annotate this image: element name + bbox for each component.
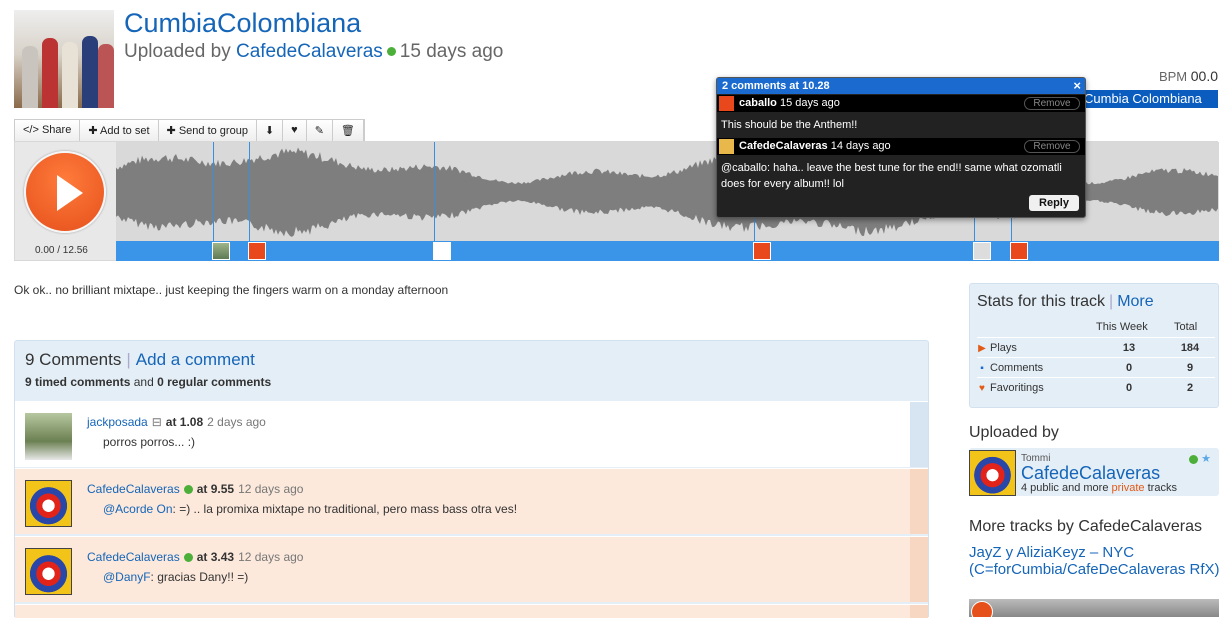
- play-button[interactable]: [24, 151, 106, 233]
- comment-text: @Acorde On: =) .. la promixa mixtape no …: [103, 502, 518, 516]
- track-artwork[interactable]: [14, 10, 114, 108]
- track-description: Ok ok.. no brilliant mixtape.. just keep…: [14, 283, 449, 297]
- stats-panel: Stats for this track | More This Week Tota…: [969, 283, 1219, 408]
- col-total: Total: [1174, 321, 1198, 333]
- download-icon: ⬇: [264, 125, 275, 137]
- avatar[interactable]: [25, 413, 72, 460]
- collapse-icon[interactable]: ⊟: [152, 415, 162, 429]
- send-to-group-button[interactable]: ✚ Send to group: [159, 120, 257, 141]
- uploader-name-link[interactable]: CafedeCalaveras: [1021, 463, 1160, 484]
- timed-comment-popup: 2 comments at 10.28 × caballo 15 days ag…: [716, 77, 1086, 218]
- share-button[interactable]: </> Share: [15, 120, 81, 141]
- avatar[interactable]: [25, 548, 72, 595]
- comment-timeline[interactable]: [116, 241, 1219, 261]
- comment-icon: ▪: [980, 363, 984, 374]
- reply-button[interactable]: Reply: [1029, 195, 1079, 211]
- track-title[interactable]: CumbiaColombiana: [124, 8, 361, 39]
- timeline-avatar[interactable]: [212, 242, 231, 260]
- comment-row: jackposada ⊟ at 1.08 2 days ago porros porr…: [15, 401, 928, 467]
- plus-icon: ✚: [166, 125, 176, 137]
- comment-row: CafedeCalaveras at 3.43 12 days ago @DanyF…: [15, 536, 928, 602]
- comment-user-link[interactable]: jackposada: [87, 415, 148, 429]
- mention-link[interactable]: @DanyF: [103, 570, 151, 584]
- timeline-avatar[interactable]: [752, 242, 771, 260]
- more-tracks-heading: More tracks by CafedeCalaveras: [969, 518, 1202, 535]
- stat-row-favoritings: ♥ Favoritings 0 2: [977, 377, 1215, 395]
- add-comment-link[interactable]: Add a comment: [136, 350, 255, 369]
- online-status-icon: [183, 485, 193, 495]
- play-icon: ▶: [978, 343, 986, 354]
- remove-button[interactable]: Remove: [1024, 140, 1080, 153]
- delete-button[interactable]: 🗑: [333, 120, 364, 141]
- mention-link[interactable]: @Acorde On: [103, 502, 173, 516]
- comment-text: @DanyF: gracias Dany!! =): [103, 570, 249, 584]
- stats-title: Stats for this track: [977, 293, 1106, 310]
- comment-side-bar: [910, 402, 928, 467]
- more-track-link[interactable]: JayZ y AliziaKeyz – NYC (C=forCumbia/Caf…: [969, 544, 1221, 578]
- track-toolbar: </> Share ✚ Add to set ✚ Send to group ⬇…: [14, 119, 365, 141]
- popup-comment-user[interactable]: CafedeCalaveras: [739, 140, 828, 152]
- comments-header: 9 Comments | Add a comment: [25, 350, 255, 369]
- popup-comment: CafedeCalaveras 14 days ago Remove @caba…: [717, 138, 1085, 192]
- stat-row-plays: ▶ Plays 13 184: [977, 337, 1215, 355]
- edit-button[interactable]: ✎: [307, 120, 333, 141]
- comment-marker[interactable]: [249, 142, 251, 241]
- mini-play-button[interactable]: [971, 601, 993, 617]
- bpm-display: BPM 00.0: [1158, 68, 1218, 84]
- mini-waveform[interactable]: [969, 599, 1219, 617]
- timeline-avatar[interactable]: [432, 242, 451, 260]
- close-icon[interactable]: ×: [1073, 78, 1081, 93]
- comment-marker[interactable]: [433, 142, 435, 241]
- avatar: [719, 96, 734, 111]
- comments-summary: 9 timed comments and 0 regular comments: [25, 375, 272, 389]
- star-icon: ★: [1201, 453, 1211, 465]
- comment-side-bar: [910, 469, 928, 534]
- comment-side-bar: [910, 537, 928, 602]
- avatar[interactable]: [969, 450, 1016, 496]
- plus-icon: ✚: [88, 125, 98, 137]
- remove-button[interactable]: Remove: [1024, 97, 1080, 110]
- heart-icon: ♥: [979, 383, 985, 394]
- pencil-icon: ✎: [314, 125, 324, 137]
- timeline-avatar[interactable]: [1009, 242, 1028, 260]
- favorite-button[interactable]: ♥: [283, 120, 307, 141]
- comment-user-link[interactable]: CafedeCalaveras: [87, 482, 180, 496]
- comment-row: CafedeCalaveras at 9.55 12 days ago @Acord…: [15, 468, 928, 534]
- timeline-avatar[interactable]: [248, 242, 267, 260]
- uploader-card: Tommi CafedeCalaveras 4 public and more …: [969, 448, 1219, 496]
- online-status-icon: [386, 47, 396, 57]
- download-button[interactable]: ⬇: [257, 120, 284, 141]
- popup-comment: caballo 15 days ago Remove This should b…: [717, 95, 1085, 133]
- uploader-link[interactable]: CafedeCalaveras: [236, 41, 383, 62]
- comment-user-link[interactable]: CafedeCalaveras: [87, 550, 180, 564]
- popup-header: 2 comments at 10.28: [717, 78, 1085, 94]
- avatar: [719, 139, 734, 154]
- popup-comment-user[interactable]: caballo: [739, 97, 777, 109]
- popup-comment-text: @caballo: haha.. leave the best tune for…: [721, 162, 1062, 190]
- col-this-week: This Week: [1096, 321, 1148, 333]
- heart-icon: ♥: [291, 124, 298, 136]
- comments-panel: 9 Comments | Add a comment 9 timed comment…: [14, 340, 929, 618]
- add-to-set-button[interactable]: ✚ Add to set: [80, 120, 159, 141]
- genre-tag[interactable]: Cumbia Colombiana: [1076, 90, 1218, 108]
- comment-row: [15, 604, 928, 618]
- uploader-line: Uploaded by CafedeCalaveras 15 days ago: [124, 41, 504, 62]
- uploader-track-count: 4 public and more private tracks: [1021, 482, 1177, 494]
- stats-more-link[interactable]: More: [1117, 293, 1153, 310]
- code-icon: </>: [23, 124, 39, 136]
- comment-marker[interactable]: [213, 142, 215, 241]
- trash-icon: 🗑: [340, 125, 355, 137]
- avatar[interactable]: [25, 480, 72, 527]
- comment-text: porros porros... :): [103, 435, 196, 449]
- timeline-avatar[interactable]: [973, 242, 992, 260]
- popup-comment-text: This should be the Anthem!!: [721, 119, 858, 131]
- stat-row-comments: ▪ Comments 0 9: [977, 357, 1215, 375]
- online-status-icon: [183, 553, 193, 563]
- uploaded-by-heading: Uploaded by: [969, 424, 1059, 441]
- time-display: 0.00 / 12.56: [35, 245, 88, 256]
- private-link[interactable]: private: [1112, 482, 1145, 494]
- online-status-icon: [1189, 454, 1198, 464]
